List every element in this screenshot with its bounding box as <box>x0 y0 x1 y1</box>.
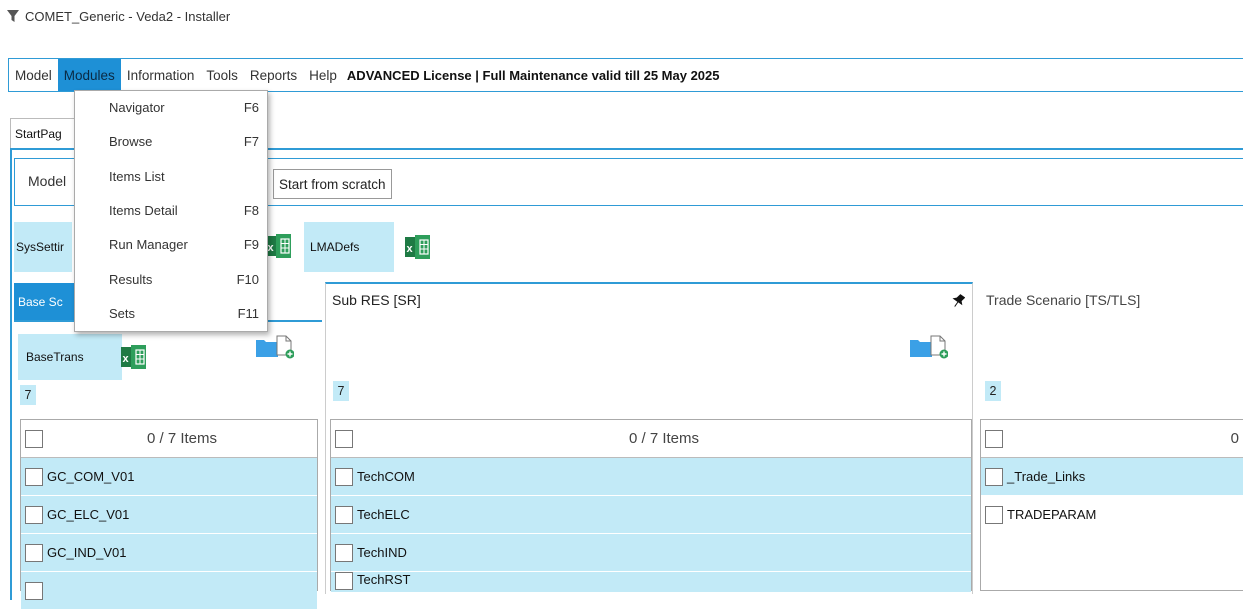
menu-item-label: Run Manager <box>109 237 188 252</box>
trade-title: Trade Scenario [TS/TLS] <box>986 292 1141 308</box>
row-checkbox[interactable] <box>335 467 353 486</box>
window-title: COMET_Generic - Veda2 - Installer <box>25 8 231 24</box>
menu-item-items-list[interactable]: Items List <box>109 169 259 184</box>
basetrans-label: BaseTrans <box>26 350 84 364</box>
excel-icon[interactable]: x <box>266 233 292 262</box>
shortcut-label: F7 <box>243 134 259 149</box>
trade-items-list: 0 _Trade_Links TRADEPARAM <box>980 419 1243 591</box>
start-from-scratch-button[interactable]: Start from scratch <box>273 169 392 199</box>
shortcut-label: F6 <box>243 100 259 115</box>
items-header: 0 / 7 Items <box>331 420 971 458</box>
subres-items-list: 0 / 7 Items TechCOM TechELC TechIND Tech… <box>330 419 972 593</box>
license-info: ADVANCED License | Full Maintenance vali… <box>346 67 720 83</box>
menu-item-label: Items Detail <box>109 203 178 218</box>
list-item[interactable]: TechRST <box>331 572 971 593</box>
modules-dropdown-menu: Navigator F6 Browse F7 Items List Items De… <box>74 90 268 332</box>
menu-item-results[interactable]: Results F10 <box>109 272 259 287</box>
row-checkbox[interactable] <box>985 505 1003 524</box>
menu-item-items-detail[interactable]: Items Detail F8 <box>109 203 259 218</box>
row-checkbox[interactable] <box>25 505 43 524</box>
shortcut-label: F9 <box>243 237 259 252</box>
row-checkbox[interactable] <box>335 505 353 524</box>
select-all-checkbox[interactable] <box>985 429 1003 448</box>
item-label: TechCOM <box>357 469 415 484</box>
menu-item-navigator[interactable]: Navigator F6 <box>109 100 259 115</box>
model-label: Model <box>28 173 67 189</box>
new-file-icon[interactable] <box>276 335 295 362</box>
menu-help[interactable]: Help <box>303 59 343 91</box>
subres-title: Sub RES [SR] <box>332 292 421 308</box>
menu-item-label: Sets <box>109 306 136 321</box>
svg-text:x: x <box>123 353 130 365</box>
item-label: GC_COM_V01 <box>47 469 135 484</box>
row-checkbox[interactable] <box>335 543 353 562</box>
window-title-bar: COMET_Generic - Veda2 - Installer <box>6 6 230 26</box>
row-checkbox[interactable] <box>25 543 43 562</box>
pin-icon[interactable] <box>951 293 966 312</box>
funnel-icon <box>7 10 19 22</box>
menu-reports[interactable]: Reports <box>244 59 303 91</box>
item-label: TechELC <box>357 507 410 522</box>
syssettings-chip[interactable]: SysSettir <box>14 222 72 272</box>
menu-item-label: Results <box>109 272 153 287</box>
syssettings-label: SysSettir <box>16 240 65 254</box>
list-item[interactable]: GC_COM_V01 <box>21 458 317 496</box>
menu-item-browse[interactable]: Browse F7 <box>109 134 259 149</box>
lmadefs-chip[interactable]: LMADefs <box>304 222 400 272</box>
list-item[interactable]: TRADEPARAM <box>981 496 1243 534</box>
item-label: GC_ELC_V01 <box>47 507 130 522</box>
items-count-label: 0 <box>1230 430 1239 447</box>
row-checkbox[interactable] <box>335 572 353 590</box>
shortcut-label: F8 <box>243 203 259 218</box>
menu-model[interactable]: Model <box>9 59 58 91</box>
new-file-icon[interactable] <box>930 335 949 362</box>
menu-item-label: Browse <box>109 134 153 149</box>
menu-item-label: Navigator <box>109 100 165 115</box>
item-label: TechIND <box>357 545 407 560</box>
svg-text:x: x <box>268 242 275 254</box>
shortcut-label: F11 <box>237 306 259 321</box>
list-item[interactable]: TechELC <box>331 496 971 534</box>
item-label: GC_IND_V01 <box>47 545 127 560</box>
excel-icon[interactable]: x <box>114 334 154 380</box>
row-checkbox[interactable] <box>25 581 43 600</box>
shortcut-label: F10 <box>236 272 259 287</box>
item-label: _Trade_Links <box>1007 469 1086 484</box>
menu-information[interactable]: Information <box>121 59 201 91</box>
items-count-label: 0 / 7 Items <box>146 430 218 447</box>
folder-icon[interactable] <box>256 337 278 360</box>
menu-item-run-manager[interactable]: Run Manager F9 <box>109 237 259 252</box>
row-checkbox[interactable] <box>985 467 1003 486</box>
menu-modules[interactable]: Modules <box>57 59 121 91</box>
list-item[interactable]: _Trade_Links <box>981 458 1243 496</box>
item-label: TRADEPARAM <box>1007 507 1097 522</box>
list-item[interactable]: TechCOM <box>331 458 971 496</box>
items-count-label: 0 / 7 Items <box>628 430 700 447</box>
trade-count-badge: 2 <box>985 381 1001 401</box>
list-item[interactable]: TechIND <box>331 534 971 572</box>
lmadefs-label: LMADefs <box>310 240 360 254</box>
base-count-badge: 7 <box>20 385 36 405</box>
list-item[interactable]: GC_IND_V01 <box>21 534 317 572</box>
select-all-checkbox[interactable] <box>25 429 43 448</box>
list-item[interactable] <box>21 572 317 610</box>
select-all-checkbox[interactable] <box>335 429 353 448</box>
items-header: 0 <box>981 420 1243 458</box>
folder-icon[interactable] <box>910 337 932 360</box>
menu-tools[interactable]: Tools <box>200 59 244 91</box>
tab-startpage[interactable]: StartPag <box>10 118 76 149</box>
items-header: 0 / 7 Items <box>21 420 317 458</box>
menu-item-sets[interactable]: Sets F11 <box>109 306 259 321</box>
menu-bar: Model Modules Information Tools Reports … <box>8 58 1243 92</box>
menu-item-label: Items List <box>109 169 165 184</box>
subres-count-badge: 7 <box>333 381 349 401</box>
excel-icon[interactable]: x <box>394 222 442 272</box>
svg-text:x: x <box>407 243 414 255</box>
base-items-list: 0 / 7 Items GC_COM_V01 GC_ELC_V01 GC_IND… <box>20 419 318 610</box>
list-item[interactable]: GC_ELC_V01 <box>21 496 317 534</box>
basetrans-chip[interactable]: BaseTrans <box>18 334 122 380</box>
row-checkbox[interactable] <box>25 467 43 486</box>
